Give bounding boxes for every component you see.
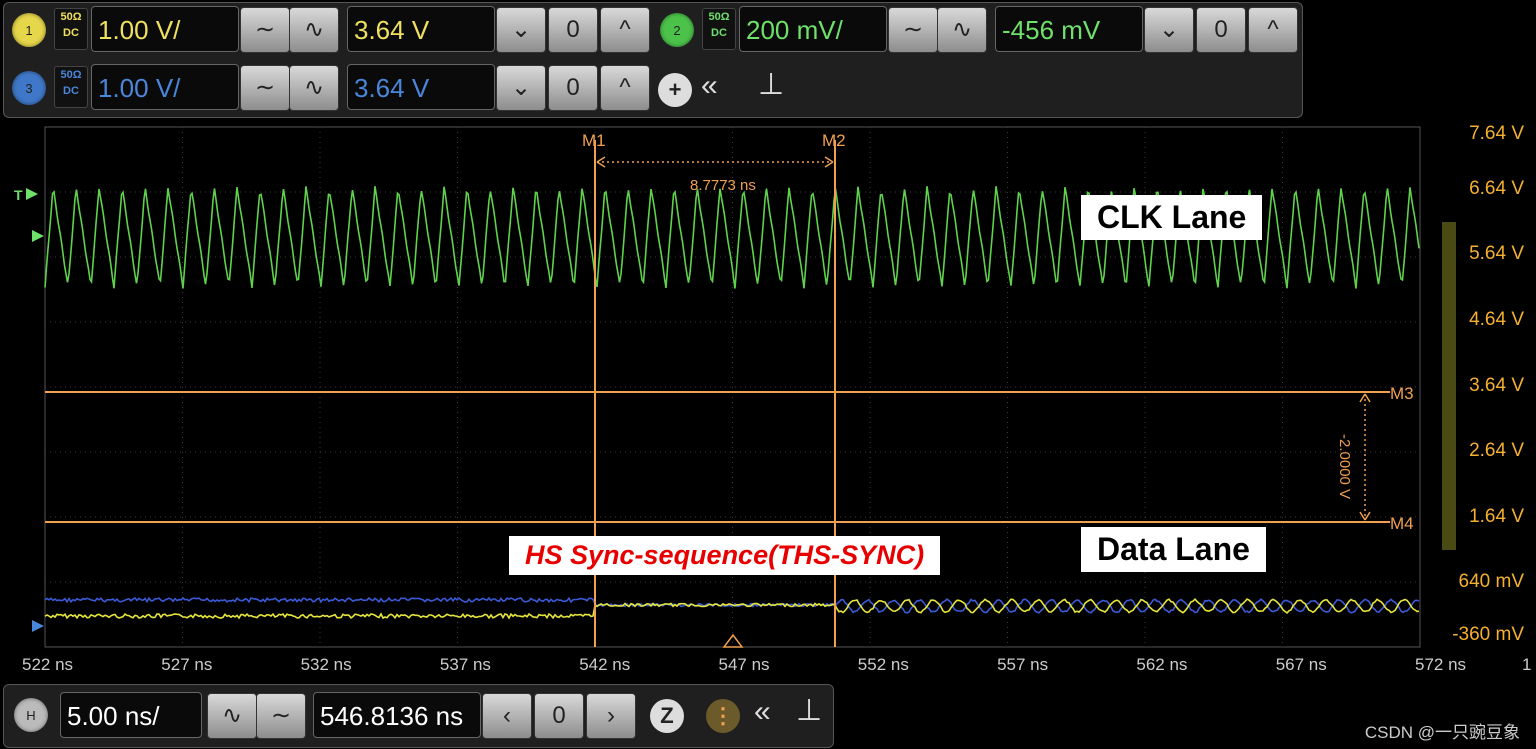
y-axis-tick-label: 7.64 V bbox=[1469, 123, 1524, 144]
channel-1-offset-up-button[interactable]: ^ bbox=[600, 7, 650, 53]
channel-1-scale-field[interactable]: 1.00 V/ bbox=[91, 6, 239, 52]
x-axis-tick-label: 542 ns bbox=[579, 655, 631, 674]
y-axis-tick-label: 1.64 V bbox=[1469, 506, 1524, 527]
channel-1-coupling[interactable]: 50Ω DC bbox=[54, 8, 88, 50]
channel-2-coupling[interactable]: 50Ω DC bbox=[702, 8, 736, 50]
y-axis-tick-label: 6.64 V bbox=[1469, 178, 1524, 199]
channel-2-button[interactable]: 2 bbox=[660, 13, 694, 47]
channel-3-fine-wave-button[interactable]: ∼ bbox=[240, 65, 290, 111]
time-fine-wave-button[interactable]: ∿ bbox=[207, 693, 257, 739]
channel-3-coupling[interactable]: 50Ω DC bbox=[54, 66, 88, 108]
x-axis-tick-label: 562 ns bbox=[1136, 655, 1188, 674]
clk-lane-callout: CLK Lane bbox=[1081, 195, 1263, 240]
delay-icon[interactable]: ⋮ bbox=[706, 699, 740, 733]
x-axis-tick-label: 522 ns bbox=[22, 655, 74, 674]
channel-2-offset-field[interactable]: -456 mV bbox=[995, 6, 1143, 52]
horizontal-control-panel: H 5.00 ns/ ∿ ∼ 546.8136 ns ‹ 0 › Z ⋮ « ⊥ bbox=[3, 684, 834, 748]
channel-3-offset-field[interactable]: 3.64 V bbox=[347, 64, 495, 110]
time-delta-readout: 8.7773 ns bbox=[690, 177, 756, 194]
channel-3-offset-zero-button[interactable]: 0 bbox=[548, 65, 598, 111]
channel-2-coupling-label: DC bbox=[711, 27, 727, 39]
channel-1-coupling-label: DC bbox=[63, 27, 79, 39]
marker-m1-label: M1 bbox=[582, 131, 606, 150]
data-lane-callout: Data Lane bbox=[1081, 527, 1266, 572]
channel-3-label: 3 bbox=[25, 80, 33, 96]
x-axis-tick-label: 567 ns bbox=[1275, 655, 1327, 674]
channel-1-impedance: 50Ω bbox=[60, 11, 82, 23]
y-axis-tick-label: -360 mV bbox=[1452, 624, 1524, 645]
channel-3-button[interactable]: 3 bbox=[12, 71, 46, 105]
waveform-graticule: M1 M2 M3 M4 8.7773 ns -2.0000 V T bbox=[14, 126, 1456, 648]
channel-3-scale-field[interactable]: 1.00 V/ bbox=[91, 64, 239, 110]
channel-2-label: 2 bbox=[673, 22, 681, 38]
channel-3-coupling-label: DC bbox=[63, 85, 79, 97]
channel-1-offset-down-button[interactable]: ⌄ bbox=[496, 7, 546, 53]
x-axis-tick-label: 527 ns bbox=[161, 655, 213, 674]
channel-2-fine-wave-button[interactable]: ∼ bbox=[888, 7, 938, 53]
time-scale-field[interactable]: 5.00 ns/ bbox=[60, 692, 202, 738]
marker-m2-label: M2 bbox=[822, 131, 846, 150]
x-axis-tick-label: 552 ns bbox=[857, 655, 909, 674]
vertical-scrollbar[interactable] bbox=[1442, 222, 1456, 550]
channel-2-scale-field[interactable]: 200 mV/ bbox=[739, 6, 887, 52]
y-axis-tick-label: 4.64 V bbox=[1469, 309, 1524, 330]
channel-1-button[interactable]: 1 bbox=[12, 13, 46, 47]
channel-3-offset-indicator-icon[interactable] bbox=[32, 620, 44, 632]
time-position-zero-button[interactable]: 0 bbox=[534, 693, 584, 739]
trigger-arrow-icon[interactable] bbox=[26, 188, 38, 200]
channel-2-offset-down-button[interactable]: ⌄ bbox=[1144, 7, 1194, 53]
trigger-indicator-icon[interactable]: T bbox=[14, 187, 23, 203]
channel-2-offset-up-button[interactable]: ^ bbox=[1248, 7, 1298, 53]
channel-1-fine-wave-button[interactable]: ∼ bbox=[240, 7, 290, 53]
channel-2-offset-zero-button[interactable]: 0 bbox=[1196, 7, 1246, 53]
x-axis-extra-label: 1 bbox=[1522, 655, 1532, 674]
channel-2-offset-indicator-icon[interactable] bbox=[32, 230, 44, 242]
x-axis-tick-label: 572 ns bbox=[1415, 655, 1467, 674]
channel-2-impedance: 50Ω bbox=[708, 11, 730, 23]
channel-control-panel: 1 50Ω DC 1.00 V/ ∼ ∿ 3.64 V ⌄ 0 ^ 2 50Ω … bbox=[3, 2, 1303, 118]
channel-3-impedance: 50Ω bbox=[60, 69, 82, 81]
channel-1-offset-field[interactable]: 3.64 V bbox=[347, 6, 495, 52]
channel-2-coarse-wave-button[interactable]: ∿ bbox=[937, 7, 987, 53]
horizontal-label: H bbox=[26, 707, 36, 723]
time-coarse-wave-button[interactable]: ∼ bbox=[256, 693, 306, 739]
channel-3-offset-up-button[interactable]: ^ bbox=[600, 65, 650, 111]
time-position-left-button[interactable]: ‹ bbox=[482, 693, 532, 739]
collapse-horizontal-icon[interactable]: « bbox=[754, 695, 771, 729]
hs-sync-callout: HS Sync-sequence(THS-SYNC) bbox=[509, 536, 941, 575]
volt-delta-readout: -2.0000 V bbox=[1336, 434, 1353, 499]
x-axis-tick-label: 532 ns bbox=[300, 655, 352, 674]
horizontal-button[interactable]: H bbox=[14, 698, 48, 732]
y-axis-tick-label: 3.64 V bbox=[1469, 375, 1524, 396]
x-axis-tick-label: 557 ns bbox=[997, 655, 1049, 674]
pin-panel-icon[interactable]: ⊥ bbox=[758, 67, 784, 102]
channel-1-offset-zero-button[interactable]: 0 bbox=[548, 7, 598, 53]
x-axis-tick-label: 537 ns bbox=[439, 655, 491, 674]
time-position-field[interactable]: 546.8136 ns bbox=[313, 692, 481, 738]
marker-m4-label: M4 bbox=[1390, 514, 1414, 533]
add-channel-icon[interactable]: + bbox=[658, 73, 692, 107]
y-axis-tick-label: 5.64 V bbox=[1469, 243, 1524, 264]
zoom-icon[interactable]: Z bbox=[650, 699, 684, 733]
channel-1-label: 1 bbox=[25, 22, 33, 38]
collapse-panel-icon[interactable]: « bbox=[701, 69, 718, 103]
x-axis-tick-label: 547 ns bbox=[718, 655, 770, 674]
channel-1-coarse-wave-button[interactable]: ∿ bbox=[289, 7, 339, 53]
channel-3-offset-down-button[interactable]: ⌄ bbox=[496, 65, 546, 111]
channel-3-coarse-wave-button[interactable]: ∿ bbox=[289, 65, 339, 111]
time-position-right-button[interactable]: › bbox=[586, 693, 636, 739]
marker-m3-label: M3 bbox=[1390, 384, 1414, 403]
pin-horizontal-icon[interactable]: ⊥ bbox=[796, 693, 822, 728]
watermark: CSDN @一只豌豆象 bbox=[1364, 723, 1520, 742]
y-axis-tick-label: 2.64 V bbox=[1469, 440, 1524, 461]
y-axis-tick-label: 640 mV bbox=[1458, 571, 1524, 592]
waveform-display[interactable]: M1 M2 M3 M4 8.7773 ns -2.0000 V T bbox=[0, 122, 1536, 682]
